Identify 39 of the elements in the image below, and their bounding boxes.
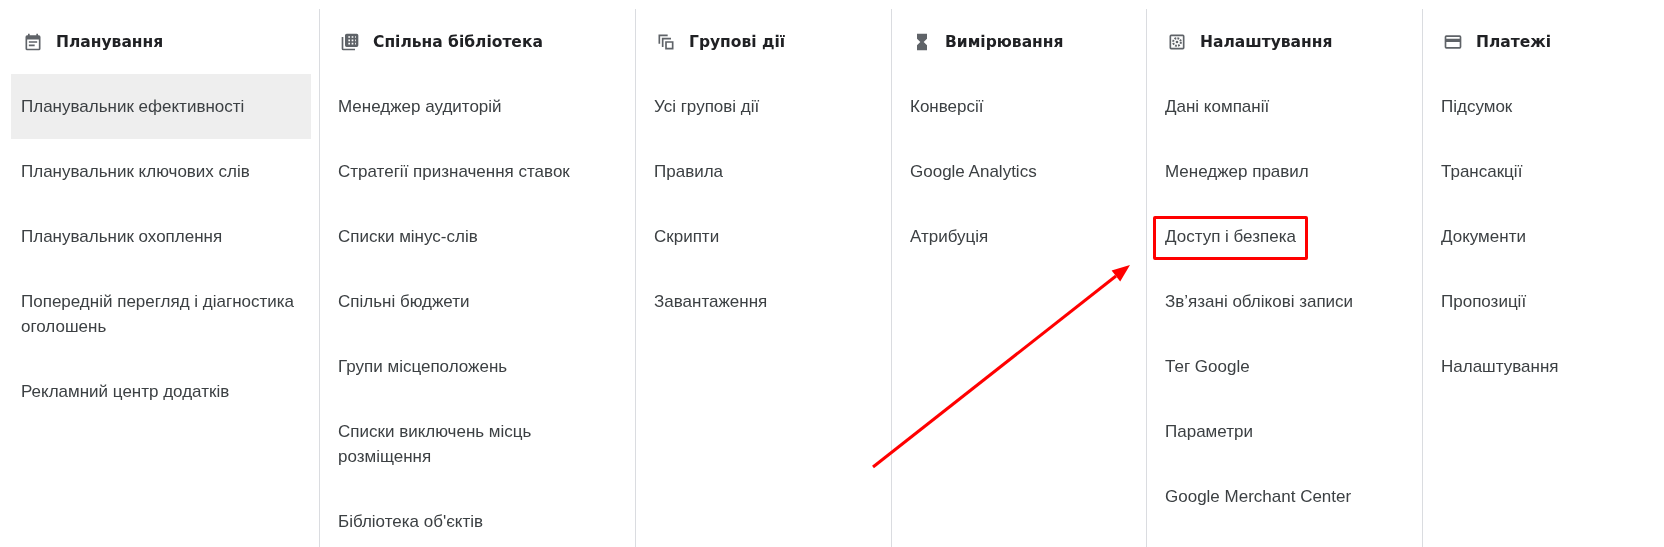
menu-item[interactable]: Трансакції (1431, 139, 1656, 204)
menu-item[interactable]: Google Merchant Center (1155, 464, 1414, 529)
column-title: Вимірювання (945, 32, 1064, 51)
menu-item[interactable]: Планувальник ефективності (11, 74, 311, 139)
column-title: Групові дії (689, 32, 786, 51)
menu-item[interactable]: Правила (644, 139, 883, 204)
menu-item[interactable]: Групи місцеположень (328, 334, 627, 399)
menu-item[interactable]: Попередній перегляд і діагностика оголошень (11, 269, 311, 359)
menu-item[interactable]: Списки мінус-слів (328, 204, 627, 269)
calendar-icon (23, 31, 43, 52)
menu-item[interactable]: Документи (1431, 204, 1656, 269)
menu-item[interactable]: Бібліотека об'єктів (328, 489, 627, 547)
menu-item[interactable]: Конверсії (900, 74, 1138, 139)
menu-item[interactable]: Скрипти (644, 204, 883, 269)
menu-item[interactable]: Google Analytics (900, 139, 1138, 204)
menu-item[interactable]: Атрибуція (900, 204, 1138, 269)
menu-item[interactable]: Підсумок (1431, 74, 1656, 139)
column-title: Налаштування (1200, 32, 1333, 51)
menu-item[interactable]: Параметри (1155, 399, 1414, 464)
menu-item[interactable]: Рекламний центр додатків (11, 359, 311, 424)
menu-item[interactable]: Менеджер правил (1155, 139, 1414, 204)
menu-item[interactable]: Спільні бюджети (328, 269, 627, 334)
menu-item[interactable]: Списки виключень місць розміщення (328, 399, 627, 489)
menu-item[interactable]: Стратегії призначення ставок (328, 139, 627, 204)
menu-item[interactable]: Зв’язані облікові записи (1155, 269, 1414, 334)
menu-item[interactable]: Дані компанії (1155, 74, 1414, 139)
menu-item[interactable]: Пропозиції (1431, 269, 1656, 334)
menu-item[interactable]: Доступ і безпека (1155, 204, 1414, 269)
menu-item[interactable]: Налаштування (1431, 334, 1656, 399)
menu-item[interactable]: Менеджер аудиторій (328, 74, 627, 139)
menu-item[interactable]: Усі групові дії (644, 74, 883, 139)
library-icon (340, 31, 360, 52)
menu-item[interactable]: Планувальник охоплення (11, 204, 311, 269)
menu-item[interactable]: Тег Google (1155, 334, 1414, 399)
menu-item[interactable]: Планувальник ключових слів (11, 139, 311, 204)
column-title: Планування (56, 32, 164, 51)
column-title: Спільна бібліотека (373, 32, 543, 51)
column-title: Платежі (1476, 32, 1552, 51)
menu-item[interactable]: Завантаження (644, 269, 883, 334)
